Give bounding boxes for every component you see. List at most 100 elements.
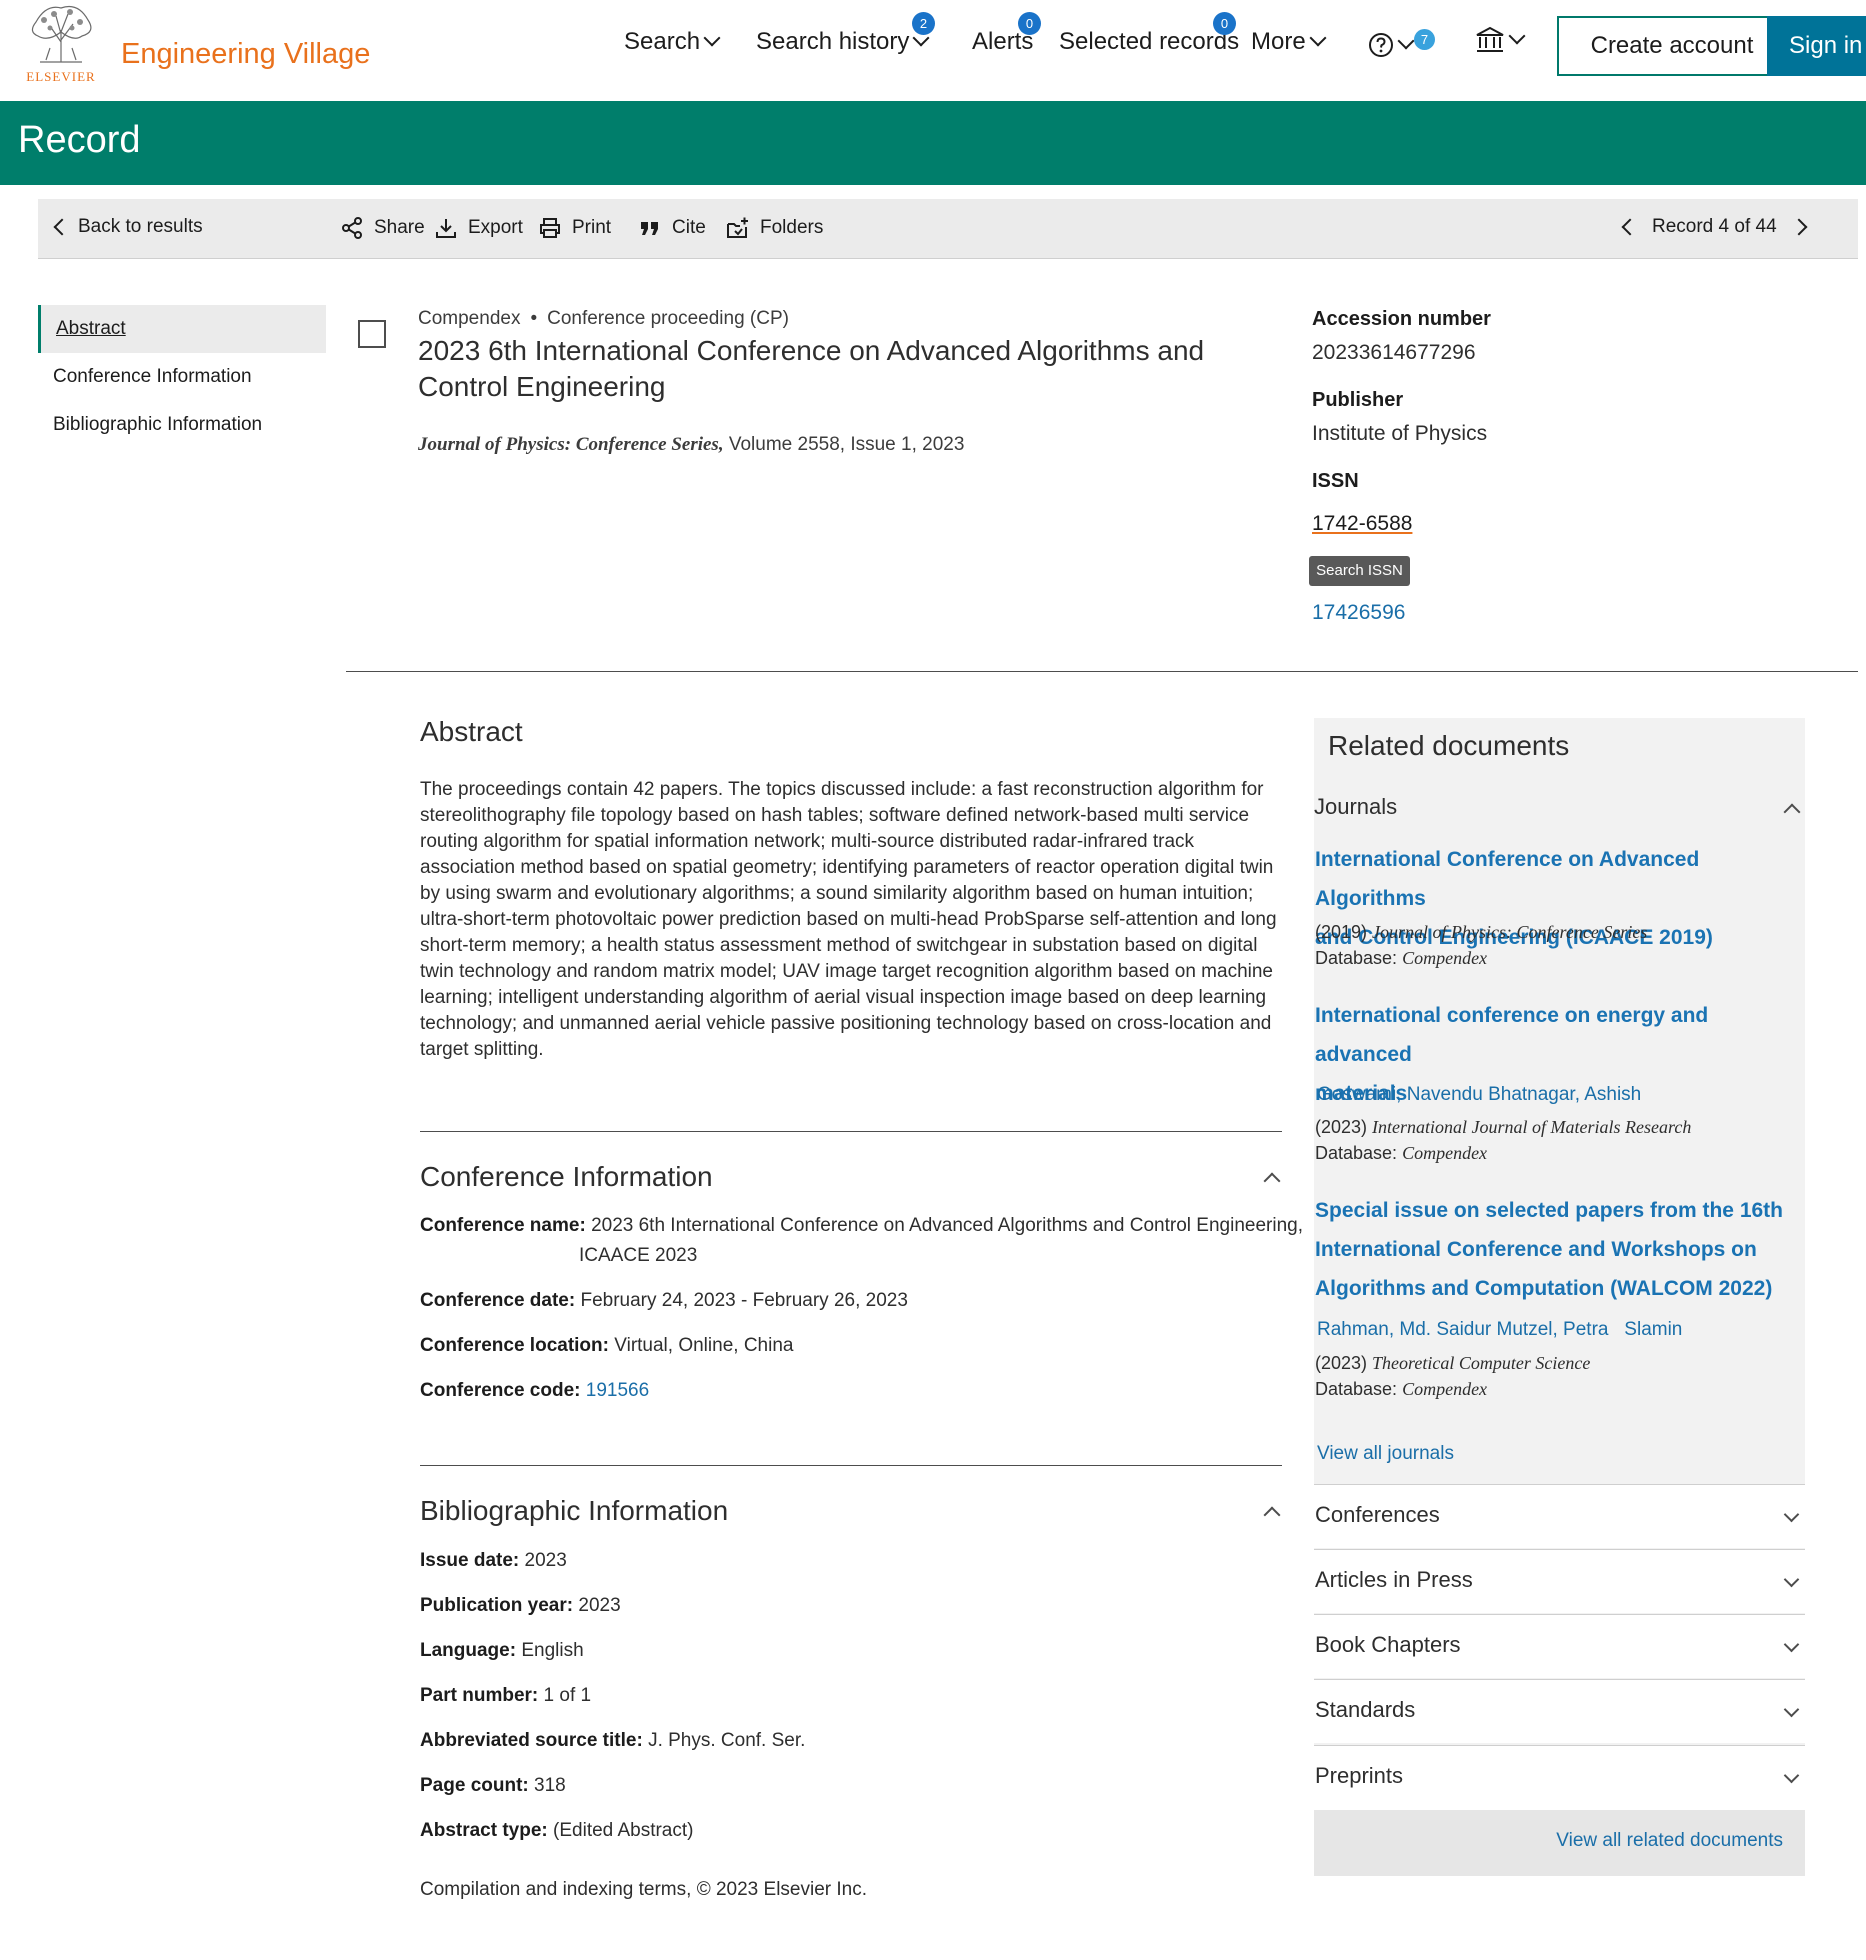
chevron-down-icon [1397,32,1415,50]
related-source-title: Theoretical Computer Science [1372,1353,1591,1373]
separator-dot: • [530,308,538,329]
related-source: (2023) International Journal of Material… [1315,1114,1691,1140]
folder-add-icon [727,217,748,238]
publisher-label: Publisher [1312,389,1404,411]
export-button[interactable]: Export [434,216,523,240]
related-title-line: International Conference and Workshops o… [1315,1238,1757,1261]
previous-record-icon[interactable] [1621,218,1639,236]
related-authors[interactable]: Goswami, Navendu Bhatnagar, Ashish [1317,1084,1641,1106]
related-category-conferences[interactable]: Conferences [1314,1484,1805,1548]
journals-section-header[interactable]: Journals [1314,794,1805,820]
conference-location-label: Conference location: [420,1335,609,1356]
conference-code-field: Conference code: 191566 [420,1376,649,1406]
page-count-field: Page count: 318 [420,1771,566,1801]
record-meta: Compendex • Conference proceeding (CP) [418,308,789,330]
related-title-line: International Conference on Advanced Alg… [1315,848,1700,910]
section-nav: Abstract Conference Information Bibliogr… [38,305,326,449]
related-category-book-chapters[interactable]: Book Chapters [1314,1614,1805,1678]
nav-search[interactable]: Search [624,28,721,56]
brand-name[interactable]: Engineering Village [121,38,370,71]
related-source: (2023) Theoretical Computer Science [1315,1350,1590,1376]
record-source: Journal of Physics: Conference Series, V… [418,434,964,456]
create-account-button[interactable]: Create account [1557,16,1787,76]
accession-number: 20233614677296 [1312,341,1476,364]
related-category-preprints[interactable]: Preprints [1314,1745,1805,1810]
cite-label: Cite [672,217,706,238]
related-database-name: Compendex [1402,1379,1488,1399]
page-count: 318 [534,1775,566,1796]
abstract-type-label: Abstract type: [420,1820,548,1841]
nav-more-label: More [1251,28,1306,55]
eissn-link[interactable]: 17426596 [1312,601,1405,625]
related-journal-link[interactable]: Special issue on selected papers from th… [1315,1191,1795,1308]
record-position: Record 4 of 44 [1652,216,1777,237]
nav-selected-records[interactable]: Selected records [1059,28,1239,56]
abstract-heading: Abstract [420,716,523,747]
related-source-title: International Journal of Materials Resea… [1372,1117,1692,1137]
conference-name-continued: ICAACE 2023 [579,1245,698,1266]
header-divider [346,671,1858,672]
search-issn-tooltip: Search ISSN [1309,556,1410,586]
sign-in-button[interactable]: Sign in [1767,16,1866,76]
nav-institution[interactable] [1475,26,1526,54]
accession-number-label: Accession number [1312,308,1491,330]
conference-name-field: Conference name: 2023 6th International … [420,1211,1303,1241]
conference-date-field: Conference date: February 24, 2023 - Feb… [420,1286,908,1316]
nav-more[interactable]: More [1251,28,1327,56]
related-authors[interactable]: Rahman, Md. Saidur Mutzel, Petra Slamin [1317,1319,1682,1341]
share-label: Share [374,217,425,238]
next-record-icon[interactable] [1790,218,1808,236]
conference-date: February 24, 2023 - February 26, 2023 [580,1290,908,1311]
publisher: Institute of Physics [1312,422,1488,445]
section-nav-abstract[interactable]: Abstract [38,305,326,353]
category-label: Standards [1315,1697,1416,1722]
back-to-results-button[interactable]: Back to results [53,216,203,238]
cite-button[interactable]: Cite [638,216,706,240]
nav-search-history-label: Search history [756,28,910,55]
document-type: Conference proceeding (CP) [547,308,789,329]
nav-search-history[interactable]: Search history [756,28,930,56]
share-button[interactable]: Share [340,216,425,240]
section-nav-conference[interactable]: Conference Information [38,353,326,401]
page-title: Record [18,119,141,161]
related-title-line: International conference on energy and a… [1315,1004,1709,1066]
abstract-type: (Edited Abstract) [553,1820,694,1841]
quote-icon [641,222,658,235]
section-nav-bibliographic[interactable]: Bibliographic Information [38,401,326,449]
print-button[interactable]: Print [538,216,611,240]
select-record-checkbox[interactable] [358,320,386,348]
print-label: Print [572,217,612,238]
publication-year-label: Publication year: [420,1595,574,1616]
bibliographic-heading: Bibliographic Information [420,1495,729,1526]
related-category-standards[interactable]: Standards [1314,1679,1805,1743]
related-documents-panel: Related documents Journals International… [1314,718,1805,1876]
issue-date-label: Issue date: [420,1550,520,1571]
related-source-title: Journal of Physics: Conference Series [1372,922,1648,942]
record-pager: Record 4 of 44 [1621,216,1808,238]
related-title-line: Algorithms and Computation (WALCOM 2022) [1315,1277,1773,1300]
conference-name-label: Conference name: [420,1215,586,1236]
collapse-conference-icon[interactable] [1263,1172,1281,1190]
elsevier-logo[interactable]: ELSEVIER [22,2,100,86]
collapse-bibliographic-icon[interactable] [1263,1506,1281,1524]
conference-name: 2023 6th International Conference on Adv… [591,1215,1303,1236]
folders-button[interactable]: Folders [726,216,823,240]
conference-code-link[interactable]: 191566 [586,1380,649,1401]
part-number-field: Part number: 1 of 1 [420,1681,591,1711]
related-database-label: Database: [1315,1379,1398,1399]
nav-help[interactable] [1368,32,1415,58]
help-badge: 7 [1414,29,1435,50]
related-category-articles-in-press[interactable]: Articles in Press [1314,1549,1805,1613]
source-title: Journal of Physics: Conference Series, [418,434,724,455]
publication-year: 2023 [578,1595,621,1616]
copyright-note: Compilation and indexing terms, © 2023 E… [420,1879,868,1900]
chevron-down-icon [1783,1506,1800,1523]
issn-label: ISSN [1312,470,1359,492]
abbreviated-source-field: Abbreviated source title: J. Phys. Conf.… [420,1726,805,1756]
top-bar: ELSEVIER Engineering Village Search Sear… [0,0,1866,101]
view-all-related-link[interactable]: View all related documents [1556,1830,1783,1852]
view-all-journals-link[interactable]: View all journals [1317,1443,1454,1465]
abstract-text: The proceedings contain 42 papers. The t… [420,779,1277,1060]
issn-link[interactable]: 1742-6588 [1312,512,1412,536]
chevron-down-icon [1783,1571,1800,1588]
